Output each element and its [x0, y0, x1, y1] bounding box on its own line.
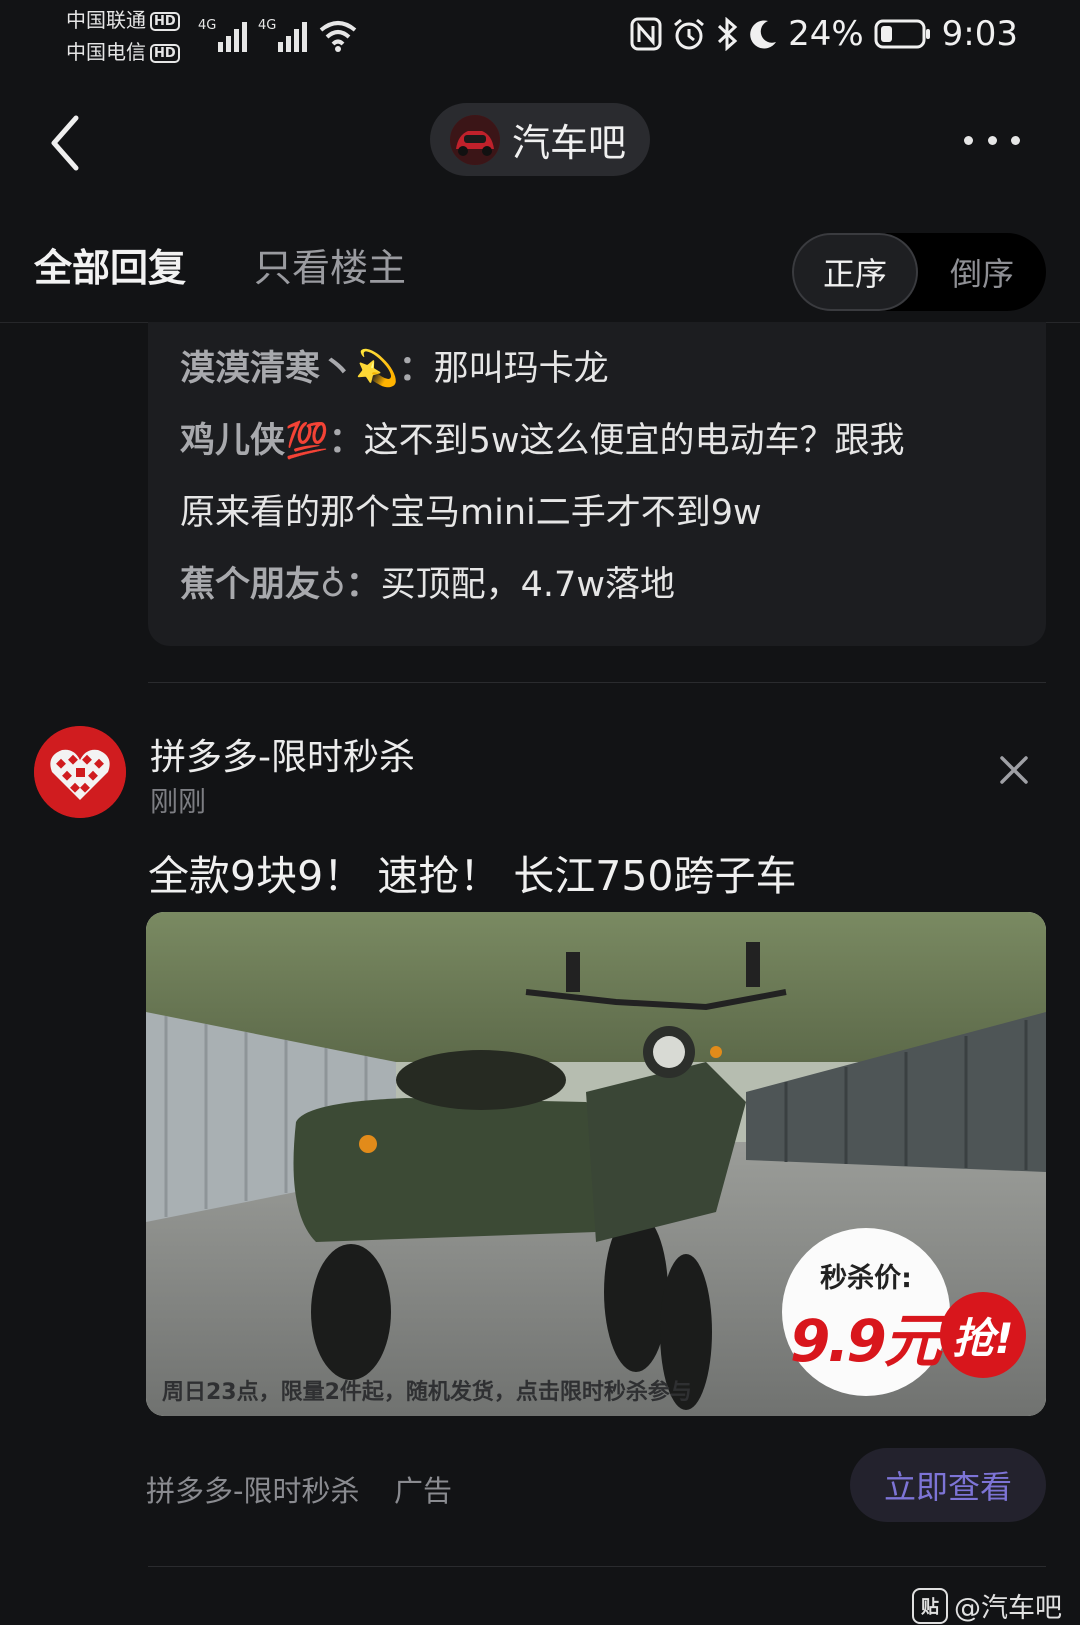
sub-reply-separator: ： [398, 349, 434, 389]
ad-source: 拼多多-限时秒杀 [146, 1474, 360, 1508]
sub-reply-continuation: 原来看的那个宝马mini二手才不到9w [180, 484, 762, 535]
sort-descending-button[interactable]: 倒序 [918, 233, 1046, 311]
watermark: 贴 @汽车吧 [912, 1586, 1062, 1625]
sub-reply-text: 那叫玛卡龙 [433, 349, 609, 389]
forum-name: 汽车吧 [512, 121, 627, 165]
sub-reply: 蕉个朋友♁：买顶配，4.7w落地 [180, 556, 675, 607]
sub-reply: 鸡儿侠💯：这不到5w这么便宜的电动车？跟我 [180, 412, 905, 463]
chevron-left-icon [51, 115, 79, 171]
carrier-1-label: 中国联通 [66, 8, 146, 32]
wifi-icon [319, 21, 357, 52]
clock-time: 9:03 [941, 14, 1018, 54]
signal-bars-2-icon [278, 22, 307, 52]
status-bar: 中国联通 HD 中国电信 HD 4G 4G 24% 9:03 [0, 0, 1080, 80]
sort-ascending-button[interactable]: 正序 [792, 233, 918, 311]
sub-reply-user[interactable]: 鸡儿侠💯 [180, 421, 329, 461]
post-time: 刚刚 [150, 785, 207, 818]
sub-reply-text: 买顶配，4.7w落地 [380, 565, 675, 605]
alarm-icon [674, 18, 705, 50]
tieba-logo-icon: 贴 [912, 1587, 948, 1624]
network-type-2: 4G [258, 18, 277, 33]
status-right: 24% 9:03 [630, 14, 1018, 54]
close-ad-button[interactable] [996, 752, 1032, 788]
advertiser-avatar[interactable] [34, 726, 126, 818]
sub-reply-user[interactable]: 蕉个朋友♁ [180, 565, 346, 605]
red-car-icon [450, 114, 500, 165]
ad-title[interactable]: 全款9块9！ 速抢！ 长江750跨子车 [148, 842, 797, 902]
view-now-button[interactable]: 立即查看 [850, 1448, 1046, 1522]
forum-entry-button[interactable]: 汽车吧 [430, 103, 650, 176]
sub-reply-separator: ： [345, 565, 381, 605]
price-badge: 秒杀价: 9.9元 [782, 1228, 950, 1396]
carrier-2: 中国电信 HD [66, 40, 180, 64]
close-icon [1000, 756, 1028, 784]
battery-icon [874, 19, 930, 49]
ad-label: 广告 [394, 1474, 453, 1508]
sub-reply-separator: ： [328, 421, 364, 461]
post-divider [148, 682, 1046, 683]
sort-toggle: 正序 倒序 [792, 233, 1046, 311]
advertiser-name[interactable]: 拼多多-限时秒杀 [150, 728, 415, 780]
back-button[interactable] [42, 108, 92, 178]
sub-reply-text: 原来看的那个宝马mini二手才不到9w [180, 493, 762, 533]
price-label: 秒杀价: [820, 1263, 912, 1294]
sub-reply-user[interactable]: 漠漠清寒丶💫 [180, 349, 399, 389]
watermark-text: @汽车吧 [954, 1593, 1062, 1624]
dot-icon [987, 135, 997, 145]
sub-replies-card[interactable]: 漠漠清寒丶💫：那叫玛卡龙 鸡儿侠💯：这不到5w这么便宜的电动车？跟我 原来看的那… [148, 322, 1046, 646]
ad-image[interactable]: 周日23点，限量2件起，随机发货，点击限时秒杀参与 秒杀价: 9.9元 抢! [146, 912, 1046, 1416]
ad-image-caption: 周日23点，限量2件起，随机发货，点击限时秒杀参与 [162, 1380, 692, 1405]
pinduoduo-logo-icon [34, 726, 126, 818]
battery-percent: 24% [788, 14, 864, 54]
hd-badge-1: HD [150, 12, 180, 31]
network-type-1: 4G [198, 18, 217, 33]
more-options-button[interactable] [964, 128, 1020, 152]
tab-all-replies[interactable]: 全部回复 [34, 237, 186, 292]
price-value: 9.9元 [790, 1307, 942, 1375]
grab-badge: 抢! [940, 1292, 1026, 1378]
dot-icon [1011, 135, 1020, 145]
tab-op-only[interactable]: 只看楼主 [254, 237, 406, 292]
post-divider [148, 1566, 1046, 1567]
signal-bars-1-icon [218, 22, 247, 52]
do-not-disturb-moon-icon [750, 20, 777, 49]
sub-reply-text: 这不到5w这么便宜的电动车？跟我 [363, 421, 905, 461]
nfc-icon [630, 17, 662, 51]
bluetooth-icon [718, 17, 738, 51]
carrier-2-label: 中国电信 [66, 40, 146, 64]
dot-icon [964, 135, 973, 145]
forum-avatar [450, 114, 500, 165]
carrier-1: 中国联通 HD [66, 8, 180, 32]
hd-badge-2: HD [150, 44, 180, 63]
sub-reply: 漠漠清寒丶💫：那叫玛卡龙 [180, 340, 609, 391]
